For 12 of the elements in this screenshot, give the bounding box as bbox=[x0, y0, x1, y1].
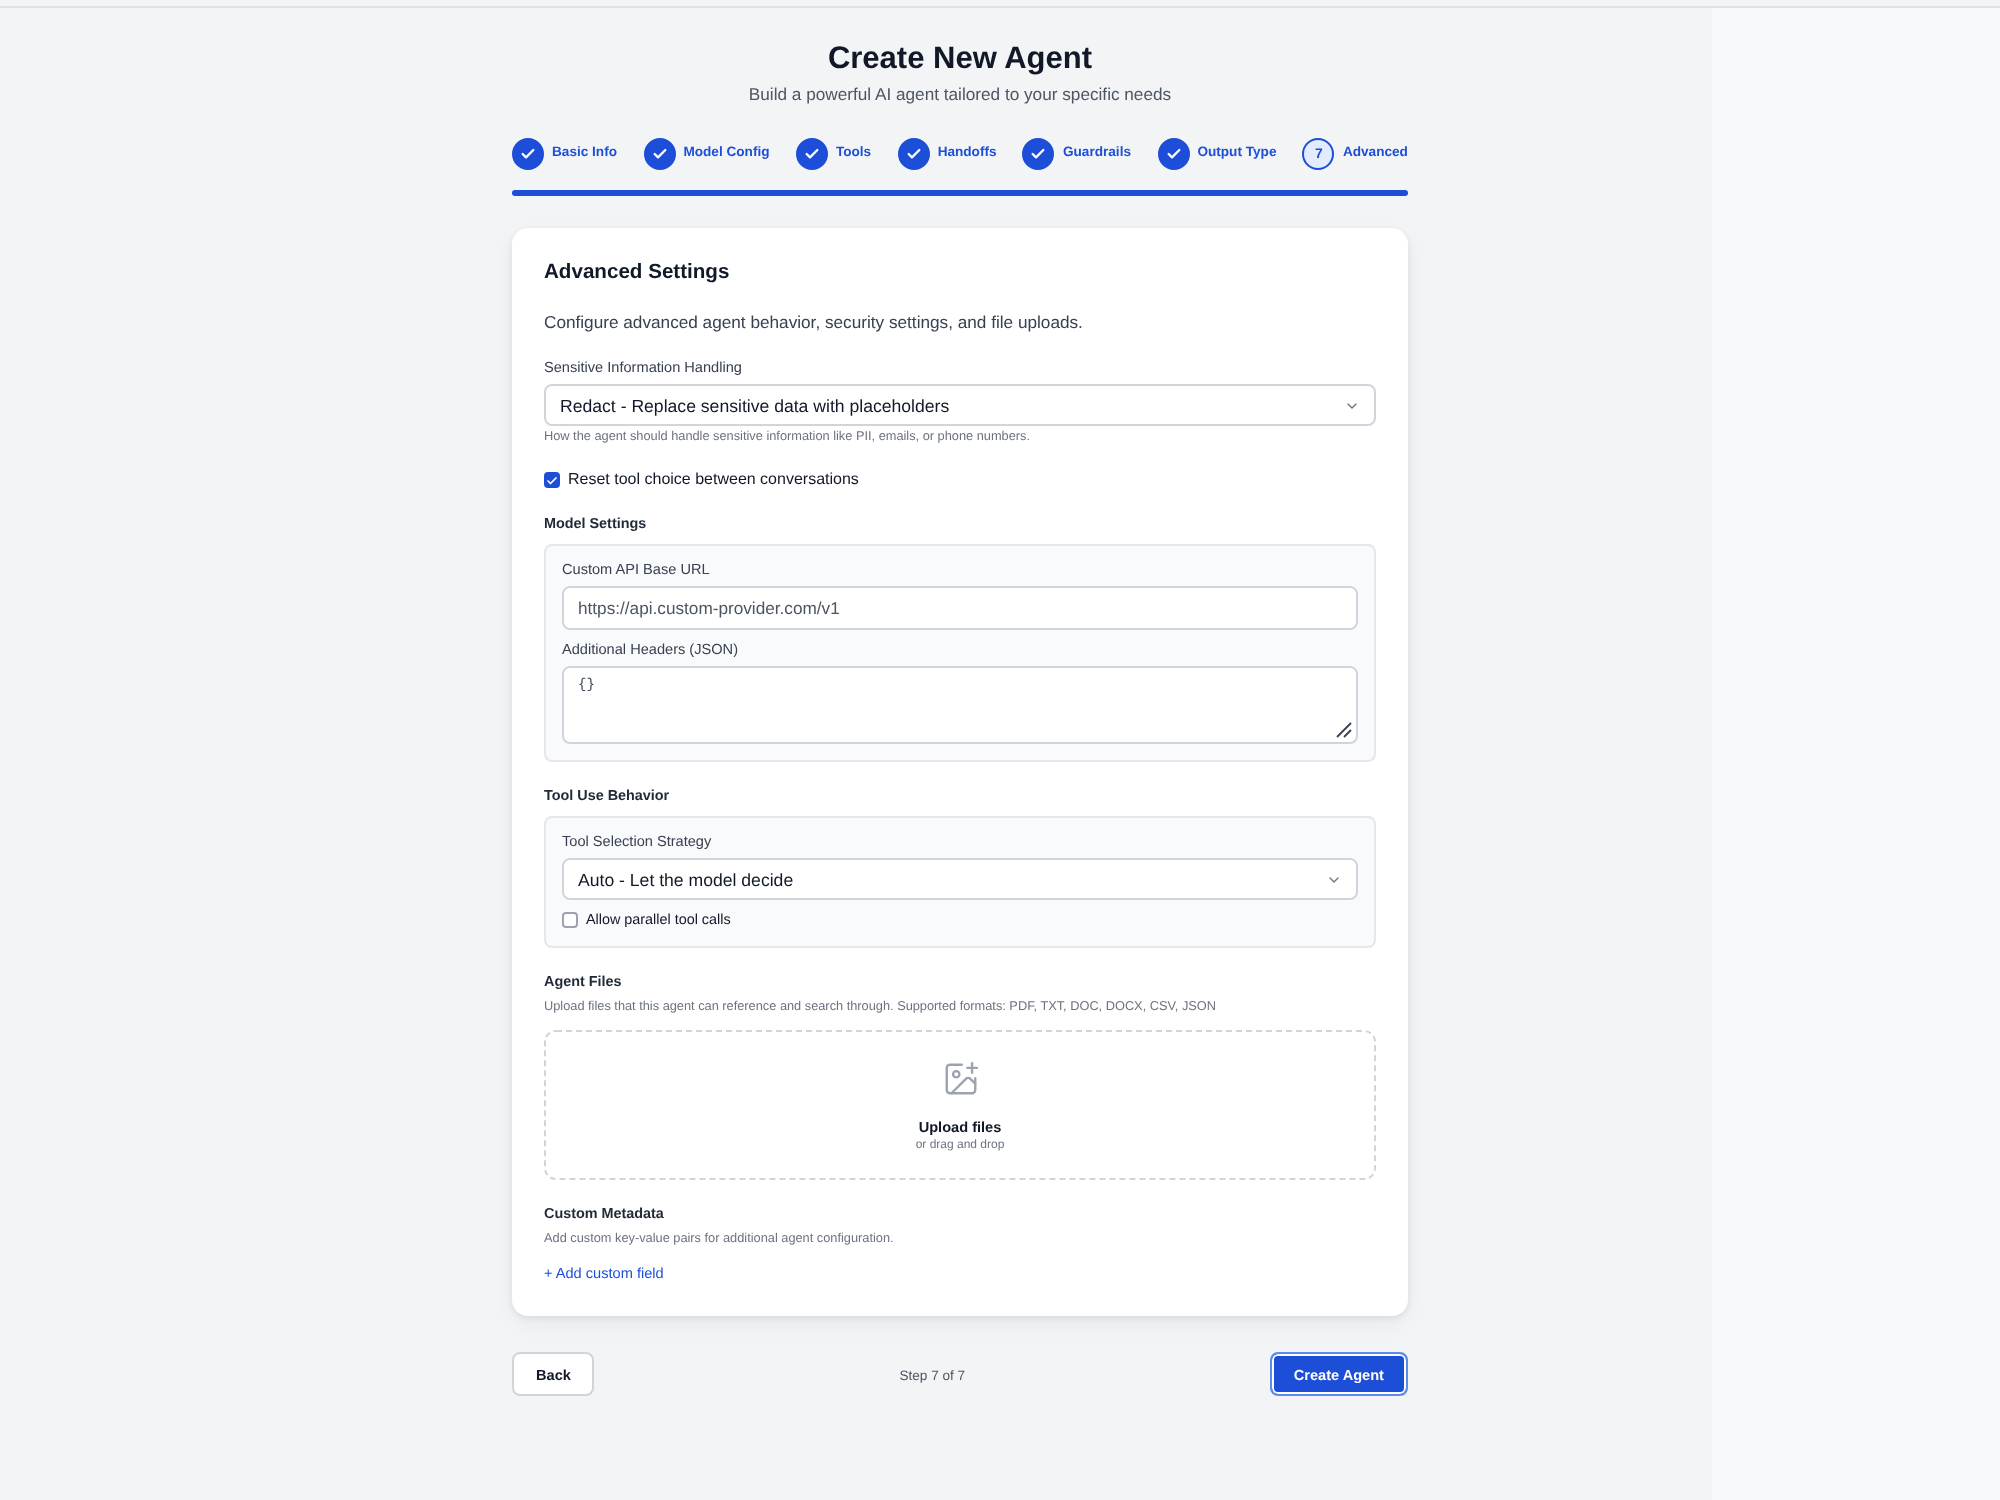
page-title: Create New Agent bbox=[827, 40, 1093, 80]
image-plus-icon bbox=[941, 1060, 979, 1098]
select-field[interactable]: Redact - Replace sensitive data with placeholders bbox=[544, 384, 1376, 426]
resize-grip-icon[interactable] bbox=[1336, 722, 1352, 738]
checkbox[interactable] bbox=[562, 912, 578, 928]
input-field[interactable]: https://api.custom-provider.com/v1 bbox=[562, 586, 1358, 630]
checkbox-label: Reset tool choice between conversations bbox=[568, 470, 859, 490]
select-field[interactable]: Auto - Let the model decide bbox=[562, 858, 1358, 900]
card-title: Advanced Settings bbox=[544, 260, 730, 288]
card-description: Configure advanced agent behavior, security settings, and file uploads. bbox=[544, 310, 1083, 334]
checkbox[interactable] bbox=[544, 472, 560, 488]
page-subtitle: Build a powerful AI agent tailored to your specific needs bbox=[748, 84, 1172, 106]
